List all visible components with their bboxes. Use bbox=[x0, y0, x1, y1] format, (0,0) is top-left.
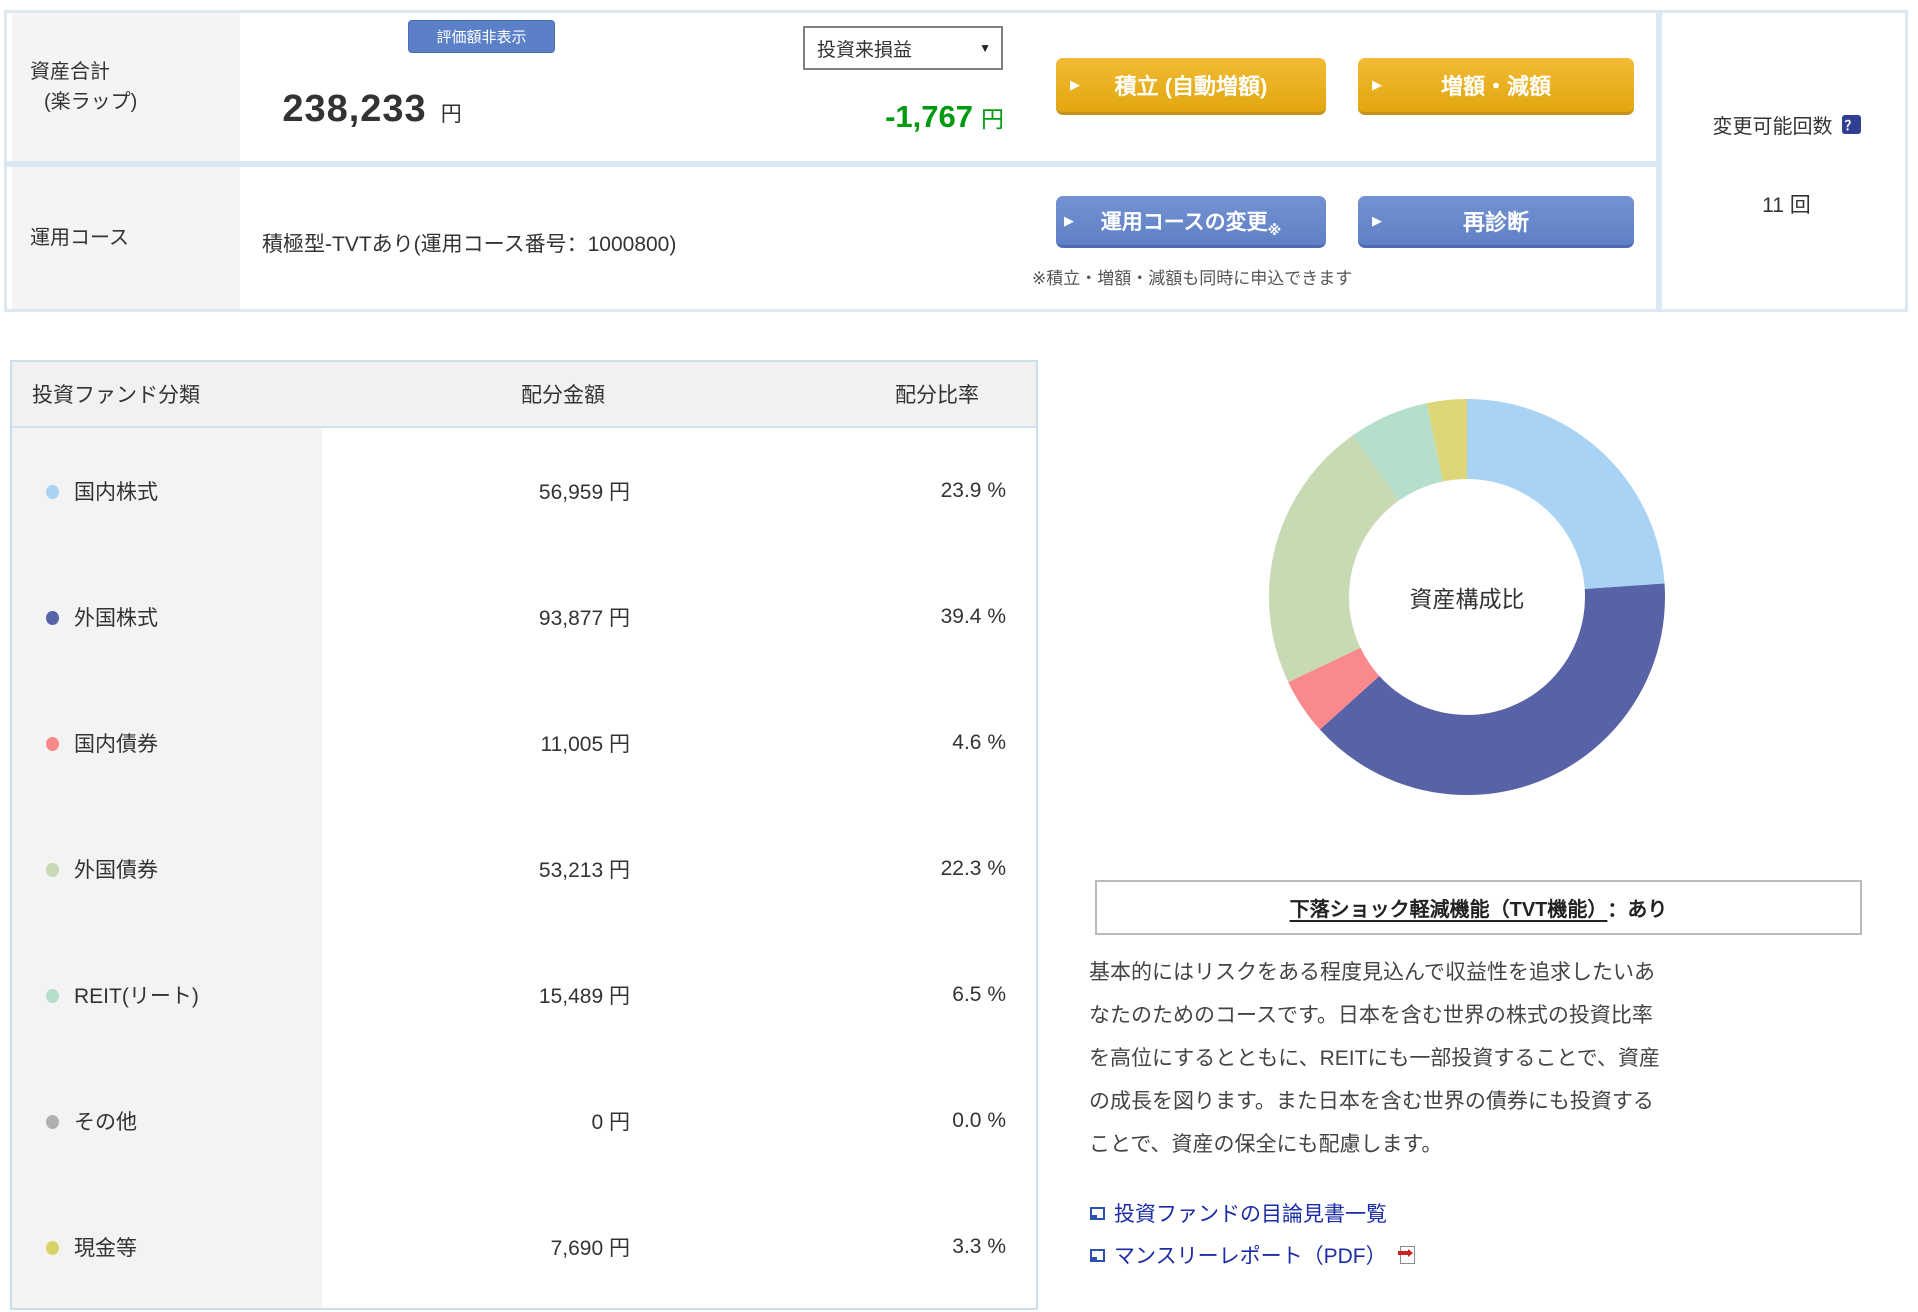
category-color-dot bbox=[46, 1115, 59, 1129]
pdf-icon bbox=[1397, 1246, 1415, 1264]
header-fund-class: 投資ファンド分類 bbox=[32, 384, 200, 407]
category-label: 外国株式 bbox=[74, 607, 158, 630]
table-row: 外国債券 53,213 円 22.3 % bbox=[12, 806, 1036, 932]
header-allocation-ratio: 配分比率 bbox=[895, 384, 979, 407]
asset-total-unit: 円 bbox=[440, 103, 462, 126]
allocation-ratio: 6.5 % bbox=[952, 983, 1006, 1006]
arrow-right-icon: ▶ bbox=[1372, 212, 1382, 228]
allocation-ratio: 39.4 % bbox=[940, 605, 1006, 628]
category-color-dot bbox=[46, 485, 59, 499]
allocation-amount: 7,690 円 bbox=[550, 1237, 630, 1260]
category-label: 国内債券 bbox=[74, 733, 158, 756]
course-label-cell: 運用コース bbox=[12, 167, 240, 309]
allocation-table: 投資ファンド分類 配分金額 配分比率 国内株式 56,959 円 23.9 % 外国株… bbox=[10, 360, 1038, 1310]
asset-total-label: 資産合計 bbox=[30, 61, 110, 83]
allocation-ratio: 22.3 % bbox=[940, 857, 1006, 880]
tvt-feature-box: 下落ショック軽減機能（TVT機能） ：あり bbox=[1095, 880, 1862, 935]
pl-period-select[interactable]: 投資来損益 ▼ bbox=[803, 26, 1003, 70]
asset-composition-chart: 資産構成比 bbox=[1267, 397, 1667, 797]
table-row: 現金等 7,690 円 3.3 % bbox=[12, 1184, 1036, 1310]
asset-total-sublabel: (楽ラップ) bbox=[44, 91, 138, 113]
allocation-ratio: 3.3 % bbox=[952, 1235, 1006, 1258]
tvt-feature-title: 下落ショック軽減機能（TVT機能） bbox=[1289, 899, 1608, 921]
change-count-label: 変更可能回数 bbox=[1712, 116, 1833, 138]
tsumitate-button[interactable]: ▶ 積立 (自動増額) bbox=[1056, 58, 1326, 115]
pl-unit: 円 bbox=[981, 106, 1004, 132]
allocation-amount: 56,959 円 bbox=[538, 481, 630, 504]
course-description-line: なたのためのコースです。日本を含む世界の株式の投資比率 bbox=[1089, 1004, 1653, 1027]
table-row: その他 0 円 0.0 % bbox=[12, 1058, 1036, 1184]
window-icon bbox=[1090, 1206, 1105, 1220]
allocation-amount: 15,489 円 bbox=[538, 985, 630, 1008]
course-value: 積極型-TVTあり(運用コース番号：1000800) bbox=[262, 233, 677, 256]
window-icon bbox=[1090, 1248, 1105, 1262]
hide-valuation-button[interactable]: 評価額非表示 bbox=[408, 20, 555, 53]
course-label: 運用コース bbox=[30, 227, 129, 249]
allocation-table-header: 投資ファンド分類 配分金額 配分比率 bbox=[12, 362, 1036, 428]
pl-period-select-value: 投資来損益 bbox=[817, 39, 913, 61]
allocation-amount: 93,877 円 bbox=[538, 607, 630, 630]
arrow-right-icon: ▶ bbox=[1372, 77, 1382, 92]
category-label: 外国債券 bbox=[74, 859, 158, 882]
monthly-report-link-label: マンスリーレポート（PDF） bbox=[1114, 1245, 1387, 1268]
asset-summary-panel: 資産合計 (楽ラップ) 評価額非表示 238,233 円 投資来損益 ▼ -1,… bbox=[4, 10, 1908, 312]
allocation-amount: 0 円 bbox=[591, 1111, 630, 1134]
rediagnosis-button[interactable]: ▶ 再診断 bbox=[1358, 196, 1634, 248]
help-icon[interactable]: ？ bbox=[1841, 115, 1861, 134]
category-color-dot bbox=[46, 989, 59, 1003]
asset-total-label-cell: 資産合計 (楽ラップ) bbox=[12, 13, 240, 161]
category-color-dot bbox=[46, 863, 59, 877]
change-count-row: 変更可能回数 ？ bbox=[1662, 110, 1911, 139]
asset-total-amount-row: 238,233 円 bbox=[237, 88, 507, 131]
horizontal-divider bbox=[7, 161, 1656, 167]
course-description-line: 基本的にはリスクをある程度見込んで収益性を追求したいあ bbox=[1089, 961, 1655, 984]
asset-total-amount: 238,233 bbox=[282, 88, 427, 130]
course-change-button-label: 運用コースの変更 bbox=[1100, 210, 1268, 234]
category-color-dot bbox=[46, 737, 59, 751]
table-row: 国内債券 11,005 円 4.6 % bbox=[12, 680, 1036, 806]
arrow-right-icon: ▶ bbox=[1070, 77, 1080, 92]
zougaku-genngaku-button[interactable]: ▶ 増額・減額 bbox=[1358, 58, 1634, 115]
category-label: REIT(リート) bbox=[74, 985, 199, 1008]
header-allocation-amount: 配分金額 bbox=[521, 384, 605, 407]
change-count-value: 11 回 bbox=[1762, 194, 1811, 217]
pl-value-row: -1,767 円 bbox=[790, 99, 1004, 135]
arrow-right-icon: ▶ bbox=[1064, 212, 1074, 228]
allocation-ratio: 0.0 % bbox=[952, 1109, 1006, 1132]
tsumitate-button-label: 積立 (自動増額) bbox=[1114, 74, 1268, 99]
monthly-report-link[interactable]: マンスリーレポート（PDF） bbox=[1090, 1240, 1415, 1270]
allocation-ratio: 23.9 % bbox=[940, 479, 1006, 502]
course-description-line: を高位にするとともに、REITにも一部投資することで、資産 bbox=[1089, 1047, 1660, 1070]
apply-note: ※積立・増額・減額も同時に申込できます bbox=[1032, 269, 1353, 288]
table-row: 外国株式 93,877 円 39.4 % bbox=[12, 554, 1036, 680]
course-change-button[interactable]: ▶ 運用コースの変更 ※ bbox=[1056, 196, 1326, 248]
donut-chart-svg bbox=[1269, 399, 1665, 795]
vertical-divider bbox=[1656, 13, 1662, 309]
category-label: その他 bbox=[74, 1111, 137, 1134]
prospectus-link[interactable]: 投資ファンドの目論見書一覧 bbox=[1090, 1198, 1387, 1228]
category-color-dot bbox=[46, 611, 59, 625]
course-description-line: ことで、資産の保全にも配慮します。 bbox=[1089, 1133, 1443, 1156]
table-row: 国内株式 56,959 円 23.9 % bbox=[12, 428, 1036, 554]
allocation-amount: 53,213 円 bbox=[538, 859, 630, 882]
course-description: 基本的にはリスクをある程度見込んで収益性を追求したいあ なたのためのコースです。… bbox=[1089, 951, 1901, 1166]
allocation-ratio: 4.6 % bbox=[952, 731, 1006, 754]
rediagnosis-button-label: 再診断 bbox=[1462, 209, 1529, 235]
zougaku-button-label: 増額・減額 bbox=[1440, 74, 1551, 99]
category-label: 現金等 bbox=[74, 1237, 137, 1260]
pl-value: -1,767 bbox=[885, 99, 973, 134]
table-row: REIT(リート) 15,489 円 6.5 % bbox=[12, 932, 1036, 1058]
course-change-note-mark: ※ bbox=[1267, 222, 1282, 238]
course-description-line: の成長を図ります。また日本を含む世界の債券にも投資する bbox=[1089, 1090, 1654, 1113]
category-label: 国内株式 bbox=[74, 481, 158, 504]
allocation-amount: 11,005 円 bbox=[540, 733, 630, 756]
category-color-dot bbox=[46, 1241, 59, 1255]
tvt-feature-status: ：あり bbox=[1607, 899, 1668, 921]
prospectus-link-label: 投資ファンドの目論見書一覧 bbox=[1114, 1203, 1387, 1226]
chevron-down-icon: ▼ bbox=[979, 41, 991, 55]
